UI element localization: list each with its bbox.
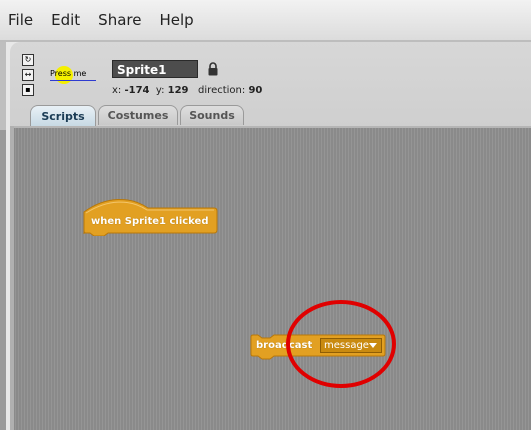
highlight-circle xyxy=(286,300,396,388)
hat-block-when-clicked[interactable]: when Sprite1 clicked xyxy=(82,194,218,236)
menu-help[interactable]: Help xyxy=(159,11,193,29)
hat-block-label: when Sprite1 clicked xyxy=(91,216,209,227)
y-value: 129 xyxy=(167,85,189,96)
menu-edit[interactable]: Edit xyxy=(51,11,80,29)
direction-value: 90 xyxy=(248,85,263,96)
lock-icon[interactable] xyxy=(208,62,218,76)
left-panel-edge-lower xyxy=(0,130,6,430)
hat-block-shape xyxy=(83,198,218,236)
y-label: y: xyxy=(155,85,165,96)
x-value: -174 xyxy=(124,85,150,96)
tab-sounds[interactable]: Sounds xyxy=(180,105,244,125)
sprite-thumbnail-text: Press me xyxy=(50,69,87,78)
sprite-name-field[interactable]: Sprite1 xyxy=(112,60,198,78)
menu-file[interactable]: File xyxy=(8,11,33,29)
rotate-all-icon[interactable]: ↻ xyxy=(22,54,34,66)
tab-costumes[interactable]: Costumes xyxy=(98,105,178,125)
menu-bar: File Edit Share Help xyxy=(0,0,531,40)
scripts-area-edge xyxy=(10,126,14,430)
direction-label: direction: xyxy=(198,85,246,96)
tab-scripts[interactable]: Scripts xyxy=(30,105,96,126)
x-label: x: xyxy=(112,85,122,96)
sprite-coordinates: x: -174 y: 129 direction: 90 xyxy=(112,85,262,96)
scripts-area[interactable] xyxy=(10,126,531,430)
no-rotate-icon[interactable]: ▪ xyxy=(22,84,34,96)
menu-share[interactable]: Share xyxy=(98,11,141,29)
sprite-info-panel: ↻ ↔ ▪ Press me Sprite1 x: -174 y: 129 di… xyxy=(10,42,531,126)
rotate-flip-icon[interactable]: ↔ xyxy=(22,69,34,81)
sprite-thumbnail-underline xyxy=(50,80,96,81)
sprite-thumbnail: Press me xyxy=(48,64,104,86)
